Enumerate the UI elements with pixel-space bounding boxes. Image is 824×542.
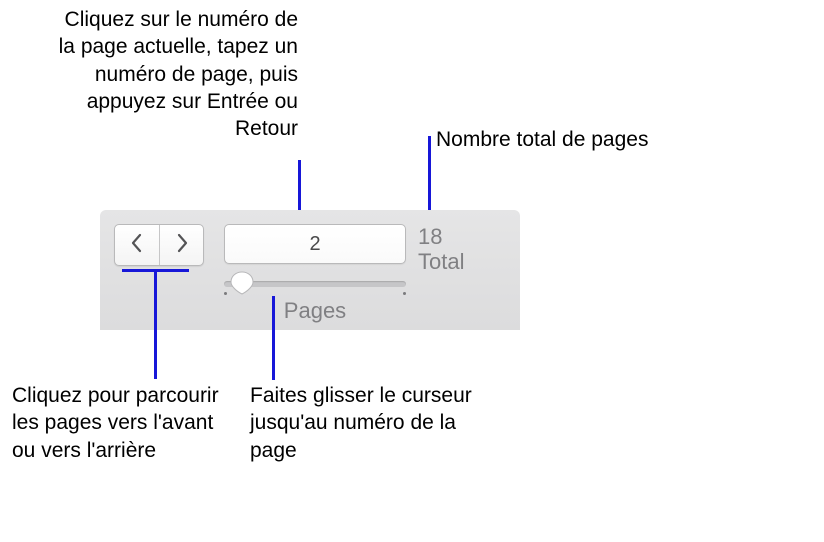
callout-total-pages: Nombre total de pages <box>436 126 648 153</box>
callout-line-slider <box>272 296 275 380</box>
slider-tick <box>224 292 227 295</box>
slider-tick <box>403 292 406 295</box>
total-pages-label: Total <box>418 249 464 274</box>
total-pages-block: 18 Total <box>418 224 464 275</box>
total-pages-count: 18 <box>418 224 464 249</box>
callout-slider: Faites glisser le curseur jusqu'au numér… <box>250 382 490 464</box>
prev-page-button[interactable] <box>115 225 159 265</box>
page-slider[interactable] <box>224 272 406 296</box>
chevron-right-icon <box>175 233 189 258</box>
callout-line-nav <box>154 269 157 379</box>
callout-page-input: Cliquez sur le numéro de la page actuell… <box>46 6 298 142</box>
nav-button-group <box>114 224 204 266</box>
slider-thumb[interactable] <box>230 271 254 295</box>
current-page-input[interactable] <box>224 224 406 264</box>
next-page-button[interactable] <box>159 225 203 265</box>
pages-label: Pages <box>224 298 406 324</box>
chevron-left-icon <box>130 233 144 258</box>
callout-nav-buttons: Cliquez pour parcourir les pages vers l'… <box>12 382 222 464</box>
